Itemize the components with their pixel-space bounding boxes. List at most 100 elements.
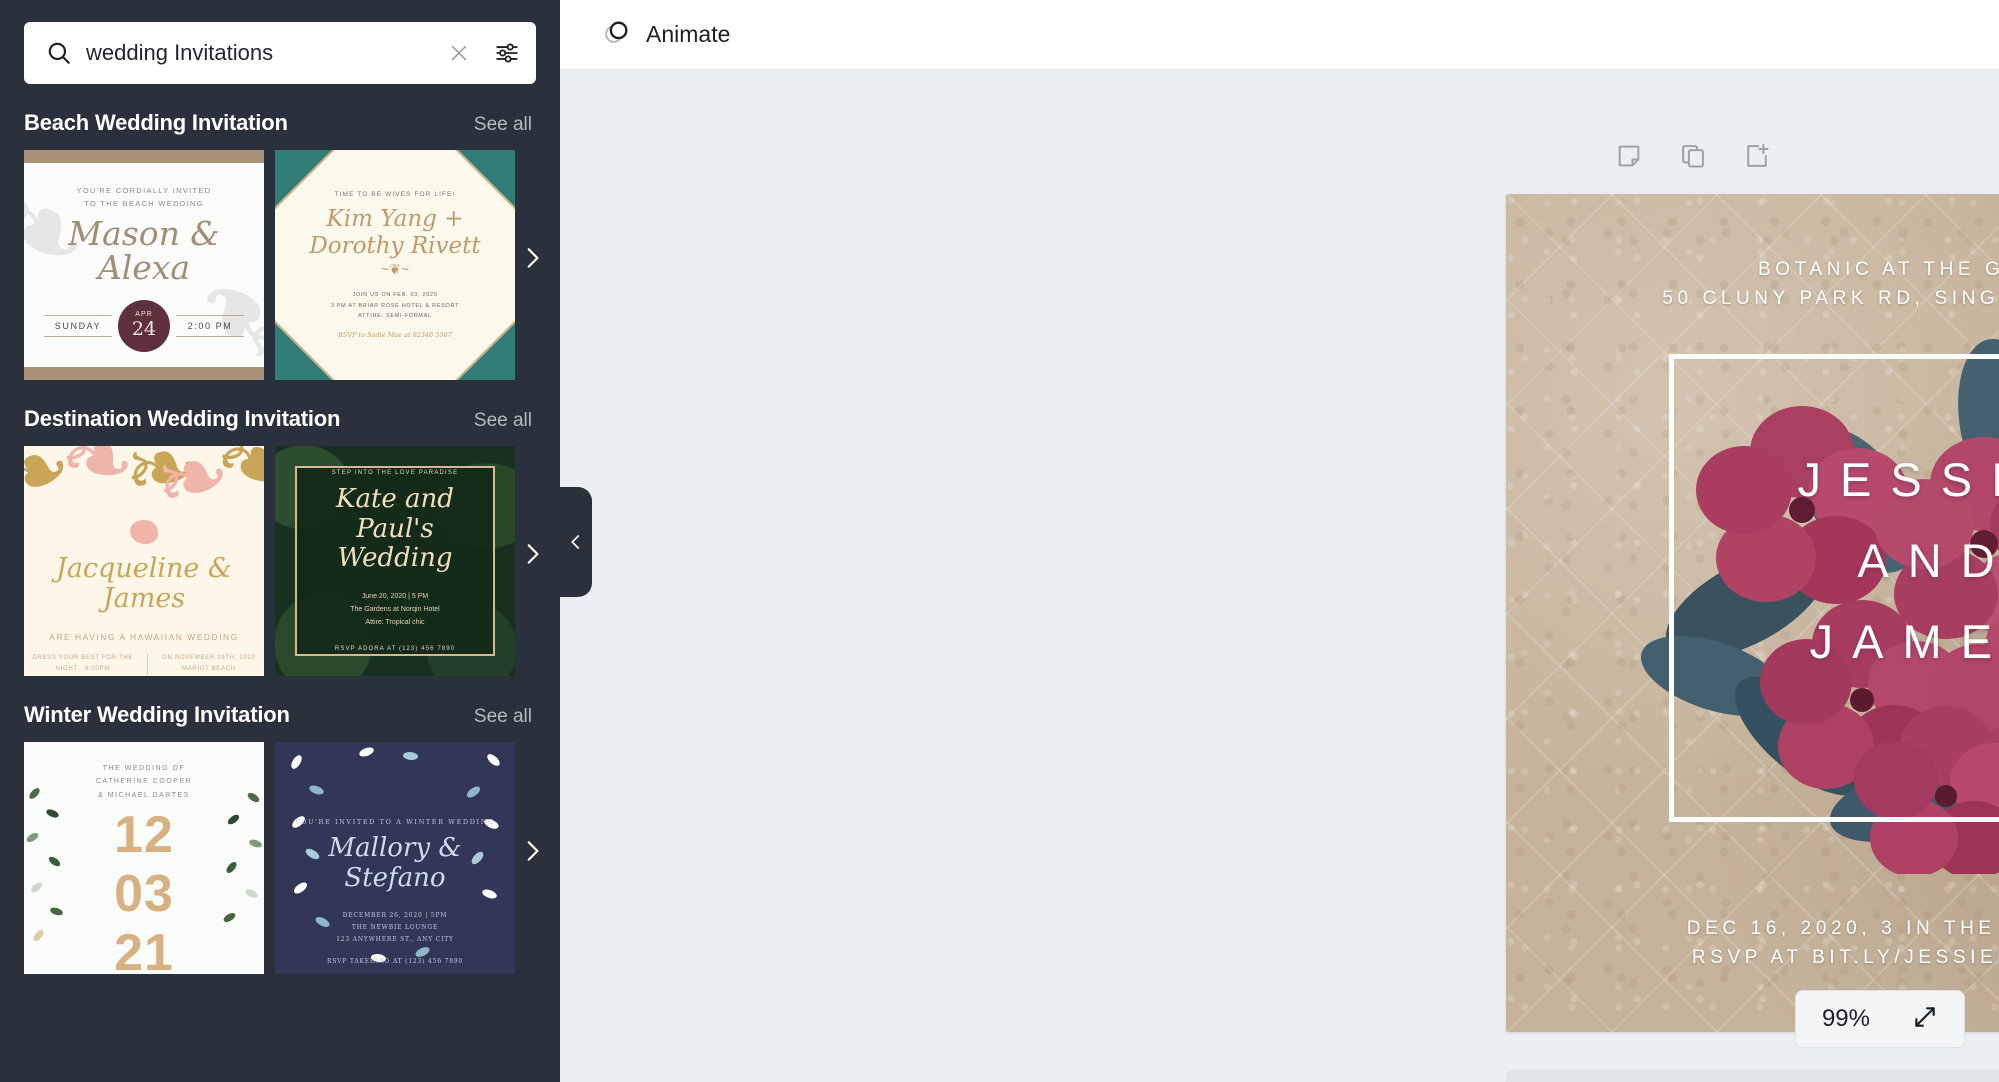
see-all-link[interactable]: See all	[474, 114, 532, 136]
detail-columns: DRESS YOUR BEST FOR THE NIGHT · 6:00PM O…	[24, 653, 264, 676]
template-card-catherine-michael[interactable]: THE WEDDING OF CATHERINE COOPER & MICHAE…	[24, 742, 264, 974]
leaf-icon	[244, 886, 259, 901]
rsvp-link: RSVP AT BIT.LY/JESSIENJAMESWED	[1691, 946, 1999, 968]
search-area	[0, 0, 560, 84]
event-info: June 20, 2020 | 5 PM The Gardens at Norq…	[350, 592, 440, 626]
add-page-icon[interactable]	[1743, 142, 1771, 175]
close-icon[interactable]	[448, 42, 470, 64]
rsvp-text: RSVP ADORA AT (123) 456 7890	[334, 645, 456, 652]
top-toolbar: Animate	[560, 0, 1999, 70]
rsvp-text: RSVP TAKEHIRO AT (123) 456 7890	[326, 957, 464, 965]
gold-frame: STEP INTO THE LOVE PARADISE Kate and Pau…	[295, 466, 495, 656]
eyebrow-text: YOU'RE INVITED TO A WINTER WEDDING	[295, 818, 495, 826]
filter-sliders-icon[interactable]	[494, 40, 520, 66]
diamond-content: TIME TO BE WIVES FOR LIFE! Kim Yang + Do…	[275, 150, 515, 380]
flower-accent	[130, 520, 158, 544]
leaf-icon	[246, 790, 261, 805]
search-input[interactable]	[86, 40, 434, 66]
botanical-spray-right	[204, 780, 264, 948]
notes-icon[interactable]	[1615, 142, 1643, 175]
leaf-icon	[224, 860, 239, 875]
bottom-bar	[24, 367, 264, 380]
section-header: Winter Wedding Invitation See all	[0, 702, 560, 728]
template-row: ❧ ❧ ❧ ❧ ❧ Jacqueline & James ARE HAVING …	[0, 432, 560, 676]
zoom-control[interactable]: 99%	[1794, 990, 1965, 1048]
search-icon	[46, 40, 72, 66]
section-title: Beach Wedding Invitation	[24, 110, 288, 135]
date-line: SUNDAY APR 24 2:00 PM	[42, 299, 246, 352]
template-row: THE WEDDING OF CATHERINE COOPER & MICHAE…	[0, 728, 560, 974]
month-text: APR	[135, 311, 153, 319]
section-destination-wedding: Destination Wedding Invitation See all ❧…	[0, 406, 560, 676]
couple-names: Kim Yang + Dorothy Rivett	[309, 206, 481, 260]
duplicate-page-icon[interactable]	[1679, 142, 1707, 175]
couple-names: Mallory & Stefano	[328, 833, 462, 893]
rsvp-text: RSVP to Sadie Mae at 92346 5567	[338, 330, 452, 339]
animate-button[interactable]: Animate	[592, 11, 740, 58]
detail-right: ON NOVEMBER 19TH, 2020 MARIOT BEACH	[162, 655, 256, 673]
leaf-icon	[25, 831, 40, 844]
top-bar	[24, 150, 264, 163]
animate-label: Animate	[646, 21, 731, 47]
event-info: DECEMBER 26, 2020 | 5PM THE NEWBIE LOUNG…	[336, 911, 454, 943]
carousel-next-beach[interactable]	[504, 143, 560, 373]
venue-address: 50 CLUNY PARK RD, SINGAPORE 257488	[1662, 287, 1999, 309]
event-info: JOIN US ON FEB. 03, 2020 3 PM AT BRIAR R…	[330, 292, 460, 320]
date-badge: APR 24	[118, 299, 170, 352]
search-box[interactable]	[24, 22, 536, 84]
canva-editor: Beach Wedding Invitation See all ❧ ❧ YOU…	[0, 0, 1999, 1082]
couple-names: Jacqueline & James	[56, 553, 232, 615]
leaf-icon	[29, 880, 44, 895]
leaf-icon	[47, 854, 62, 869]
template-card-mallory-stefano[interactable]: YOU'RE INVITED TO A WINTER WEDDING Mallo…	[275, 742, 515, 974]
carousel-next-winter[interactable]	[504, 736, 560, 966]
template-card-kim-dorothy[interactable]: TIME TO BE WIVES FOR LIFE! Kim Yang + Do…	[275, 150, 515, 380]
template-sidebar: Beach Wedding Invitation See all ❧ ❧ YOU…	[0, 0, 560, 1082]
template-card-kate-paul[interactable]: STEP INTO THE LOVE PARADISE Kate and Pau…	[275, 446, 515, 676]
couple-names-block[interactable]: JESSIE AND JAMES	[1506, 440, 1999, 682]
design-canvas-page[interactable]: BOTANIC AT THE GARAGE 50 CLUNY PARK RD, …	[1506, 194, 1999, 1032]
canvas-area: BOTANIC AT THE GARAGE 50 CLUNY PARK RD, …	[560, 70, 1999, 1082]
swash-ornament-icon: ~❦~	[380, 261, 410, 278]
section-header: Destination Wedding Invitation See all	[0, 406, 560, 432]
section-title: Destination Wedding Invitation	[24, 406, 341, 431]
time-text: 2:00 PM	[176, 314, 244, 337]
day-text: SUNDAY	[44, 314, 112, 337]
section-winter-wedding: Winter Wedding Invitation See all THE WE…	[0, 702, 560, 974]
eyebrow-text: STEP INTO THE LOVE PARADISE	[331, 470, 459, 477]
leaf-icon	[45, 807, 60, 820]
section-beach-wedding: Beach Wedding Invitation See all ❧ ❧ YOU…	[0, 110, 560, 380]
section-header: Beach Wedding Invitation See all	[0, 110, 560, 136]
page-tools	[1615, 142, 1771, 175]
section-title: Winter Wedding Invitation	[24, 702, 290, 727]
eyebrow-text: YOU'RE CORDIALLY INVITED TO THE BEACH WE…	[76, 186, 212, 208]
carousel-next-destination[interactable]	[504, 439, 560, 669]
leaf-icon	[27, 786, 42, 801]
card-content: YOU'RE INVITED TO A WINTER WEDDING Mallo…	[275, 742, 515, 965]
design-header[interactable]: BOTANIC AT THE GARAGE 50 CLUNY PARK RD, …	[1506, 256, 1999, 313]
design-footer[interactable]: DEC 16, 2020, 3 IN THE AFTERNOON RSVP AT…	[1506, 915, 1999, 972]
template-card-mason-alexa[interactable]: ❧ ❧ YOU'RE CORDIALLY INVITED TO THE BEAC…	[24, 150, 264, 380]
leaf-icon	[226, 813, 241, 826]
detail-left: DRESS YOUR BEST FOR THE NIGHT · 6:00PM	[32, 655, 134, 673]
template-row: ❧ ❧ YOU'RE CORDIALLY INVITED TO THE BEAC…	[0, 136, 560, 380]
see-all-link[interactable]: See all	[474, 706, 532, 728]
see-all-link[interactable]: See all	[474, 410, 532, 432]
eyebrow-text: TIME TO BE WIVES FOR LIFE!	[334, 191, 456, 199]
zoom-value: 99%	[1821, 1005, 1870, 1032]
sidebar-collapse-button[interactable]	[560, 487, 592, 597]
leaf-icon	[248, 837, 263, 850]
name-line-2: AND	[1857, 533, 1999, 587]
expand-arrows-icon[interactable]	[1912, 1004, 1938, 1035]
couple-names: Kate and Paul's Wedding	[336, 484, 454, 573]
leaf-icon	[49, 905, 64, 918]
name-line-3: JAMES	[1809, 614, 1999, 668]
template-card-jacqueline-james[interactable]: ❧ ❧ ❧ ❧ ❧ Jacqueline & James ARE HAVING …	[24, 446, 264, 676]
event-datetime: DEC 16, 2020, 3 IN THE AFTERNOON	[1686, 918, 1999, 939]
add-page-button[interactable]: + Add page	[1506, 1070, 1999, 1082]
leaf-icon	[222, 911, 237, 924]
botanical-spray-left	[24, 780, 84, 948]
editor-main: Animate BOTANIC AT THE G 50 CLUNY PARK R…	[560, 0, 1999, 1082]
diamond-frame: TIME TO BE WIVES FOR LIFE! Kim Yang + Do…	[275, 150, 515, 380]
venue-name: BOTANIC AT THE GARAGE	[1758, 259, 1999, 280]
